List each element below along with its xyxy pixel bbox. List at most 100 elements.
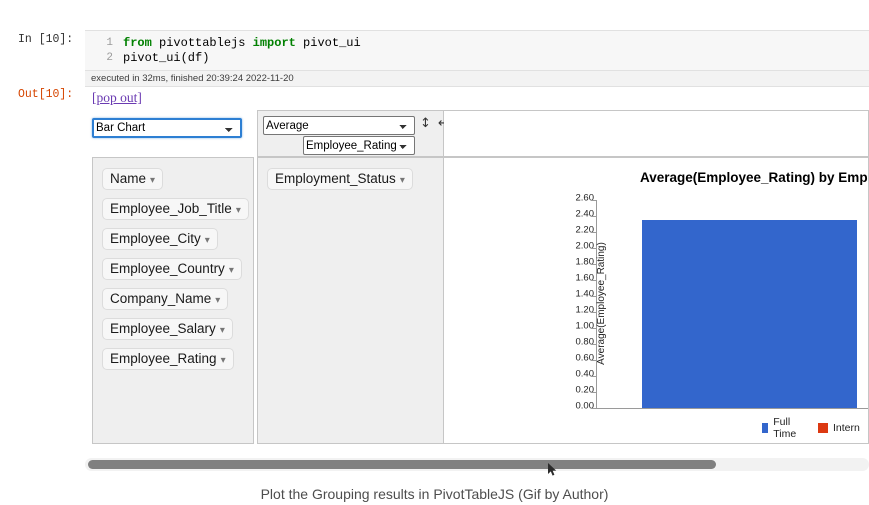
attribute-label: Employee_Job_Title <box>110 201 232 216</box>
attribute-pill-company-name[interactable]: Company_Name ▾ <box>102 288 229 310</box>
attribute-label: Employee_Rating <box>110 351 217 366</box>
attribute-pill-employee-city[interactable]: Employee_City ▾ <box>102 228 218 250</box>
scrollbar-thumb[interactable] <box>88 460 716 469</box>
y-axis-tick-label: 0.20 <box>575 384 595 396</box>
bar-full-time[interactable] <box>642 220 857 408</box>
unused-attributes-list: Name ▾ Employee_Job_Title ▾ Employee_City ▾… <box>93 158 253 378</box>
y-axis-ticks: 2.60 2.40 2.20 2.00 1.80 1.60 1.40 1.20 1.00 0.80… <box>550 193 595 412</box>
x-axis-line <box>596 408 868 409</box>
pop-out-link[interactable]: [pop out] <box>92 90 142 106</box>
aggregator-attribute-select[interactable]: Employee_Rating <box>303 136 415 155</box>
y-axis-tick-mark <box>591 280 596 281</box>
attribute-label: Employee_Country <box>110 261 225 276</box>
figure-caption: Plot the Grouping results in PivotTableJ… <box>260 486 609 502</box>
attribute-pill-employee-job-title[interactable]: Employee_Job_Title ▾ <box>102 198 249 220</box>
attribute-label: Employee_Salary <box>110 321 216 336</box>
pivot-table-ui: Bar Chart Average ↕ ↔ Employee_Rating <box>92 110 869 444</box>
legend-item[interactable]: Full Time <box>762 416 800 440</box>
y-axis-tick-mark <box>591 232 596 233</box>
code-editor[interactable]: 1 from pivottablejs import pivot_ui 2 pi… <box>85 31 869 70</box>
column-attributes-list: Employment_Status ▾ <box>258 158 443 198</box>
chevron-down-icon[interactable]: ▾ <box>215 295 220 306</box>
chevron-down-icon[interactable]: ▾ <box>150 175 155 186</box>
legend-swatch <box>762 423 769 433</box>
code-line: 2 pivot_ui(df) <box>85 51 869 66</box>
attribute-pill-name[interactable]: Name ▾ <box>102 168 164 190</box>
y-axis-tick-label: 0.40 <box>575 368 595 380</box>
y-axis-tick-label: 0.60 <box>575 352 595 364</box>
y-axis-tick-label: 1.60 <box>575 272 595 284</box>
chevron-down-icon[interactable]: ▾ <box>220 325 225 336</box>
pivot-controls-row: Bar Chart Average ↕ ↔ Employee_Rating <box>92 110 869 157</box>
chevron-down-icon[interactable]: ▾ <box>229 265 234 276</box>
code-text: from pivottablejs import pivot_ui <box>123 36 361 51</box>
attribute-pill-employee-salary[interactable]: Employee_Salary ▾ <box>102 318 233 340</box>
legend-label: Intern <box>832 422 860 434</box>
row-sort-icon[interactable]: ↕ <box>420 115 431 133</box>
notebook-page: In [10]: 1 from pivottablejs import pivo… <box>0 0 869 505</box>
attribute-label: Name <box>110 171 147 186</box>
mouse-cursor-icon <box>548 463 557 476</box>
attribute-pill-employment-status[interactable]: Employment_Status ▾ <box>267 168 413 190</box>
bar-series <box>597 200 868 408</box>
y-axis-tick-label: 0.00 <box>575 400 595 412</box>
chevron-down-icon[interactable]: ▾ <box>221 355 226 366</box>
y-axis-tick-mark <box>591 296 596 297</box>
y-axis-tick-mark <box>591 392 596 393</box>
y-axis-tick-mark <box>591 360 596 361</box>
line-number: 1 <box>106 37 113 49</box>
y-axis-tick-mark <box>591 312 596 313</box>
y-axis-tick-label: 2.40 <box>575 208 595 220</box>
y-axis-tick-label: 2.20 <box>575 224 595 236</box>
renderer-select[interactable]: Bar Chart <box>92 118 242 138</box>
y-axis-tick-mark <box>591 248 596 249</box>
code-line: 1 from pivottablejs import pivot_ui <box>85 36 869 51</box>
legend-swatch <box>817 423 828 433</box>
aggregator-cell: Average ↕ ↔ Employee_Rating <box>257 110 449 157</box>
chart-header-area <box>444 110 869 157</box>
code-symbol: pivot_ui <box>295 36 361 50</box>
renderer-cell: Bar Chart <box>92 118 242 138</box>
attribute-pill-employee-rating[interactable]: Employee_Rating ▾ <box>102 348 234 370</box>
attribute-pill-employee-country[interactable]: Employee_Country ▾ <box>102 258 242 280</box>
input-prompt: In [10]: <box>18 33 74 46</box>
y-axis-tick-label: 1.40 <box>575 288 595 300</box>
attribute-label: Company_Name <box>110 291 212 306</box>
chevron-down-icon[interactable]: ▾ <box>205 235 210 246</box>
y-axis-tick-label: 0.80 <box>575 336 595 348</box>
output-prompt: Out[10]: <box>18 88 74 101</box>
y-axis-tick-mark <box>591 216 596 217</box>
horizontal-scrollbar[interactable] <box>85 458 869 471</box>
keyword-import: import <box>252 36 296 50</box>
legend-label: Full Time <box>773 416 797 440</box>
execution-info: executed in 32ms, finished 20:39:24 2022… <box>85 70 869 86</box>
chart-title: Average(Employee_Rating) by Employmen <box>640 170 869 185</box>
column-attributes-panel[interactable]: Employment_Status ▾ <box>257 157 444 444</box>
y-axis-tick-label: 2.00 <box>575 240 595 252</box>
chart-legend: Full Time Intern <box>762 416 868 440</box>
y-axis-tick-mark <box>591 200 596 201</box>
chart-panel: Average(Employee_Rating) by Employmen 2.… <box>444 157 869 444</box>
y-axis-tick-mark <box>591 344 596 345</box>
code-module: pivottablejs <box>151 36 253 50</box>
y-axis-tick-mark <box>591 408 596 409</box>
y-axis-tick-label: 2.60 <box>575 192 595 204</box>
y-axis-tick-label: 1.20 <box>575 304 595 316</box>
y-axis-tick-mark <box>591 328 596 329</box>
code-cell[interactable]: 1 from pivottablejs import pivot_ui 2 pi… <box>85 30 869 87</box>
y-axis-tick-label: 1.80 <box>575 256 595 268</box>
bar-chart: Average(Employee_Rating) by Employmen 2.… <box>444 158 868 443</box>
unused-attributes-panel[interactable]: Name ▾ Employee_Job_Title ▾ Employee_City ▾… <box>92 157 254 444</box>
y-axis-tick-label: 1.00 <box>575 320 595 332</box>
chevron-down-icon[interactable]: ▾ <box>236 205 241 216</box>
code-text: pivot_ui(df) <box>123 51 210 65</box>
chevron-down-icon[interactable]: ▾ <box>400 175 405 186</box>
keyword-from: from <box>123 36 152 50</box>
y-axis-tick-mark <box>591 376 596 377</box>
legend-item[interactable]: Intern <box>817 422 860 434</box>
line-number: 2 <box>106 52 113 64</box>
attribute-label: Employment_Status <box>275 171 396 186</box>
y-axis-tick-mark <box>591 264 596 265</box>
aggregator-select[interactable]: Average <box>263 116 415 135</box>
attribute-label: Employee_City <box>110 231 201 246</box>
